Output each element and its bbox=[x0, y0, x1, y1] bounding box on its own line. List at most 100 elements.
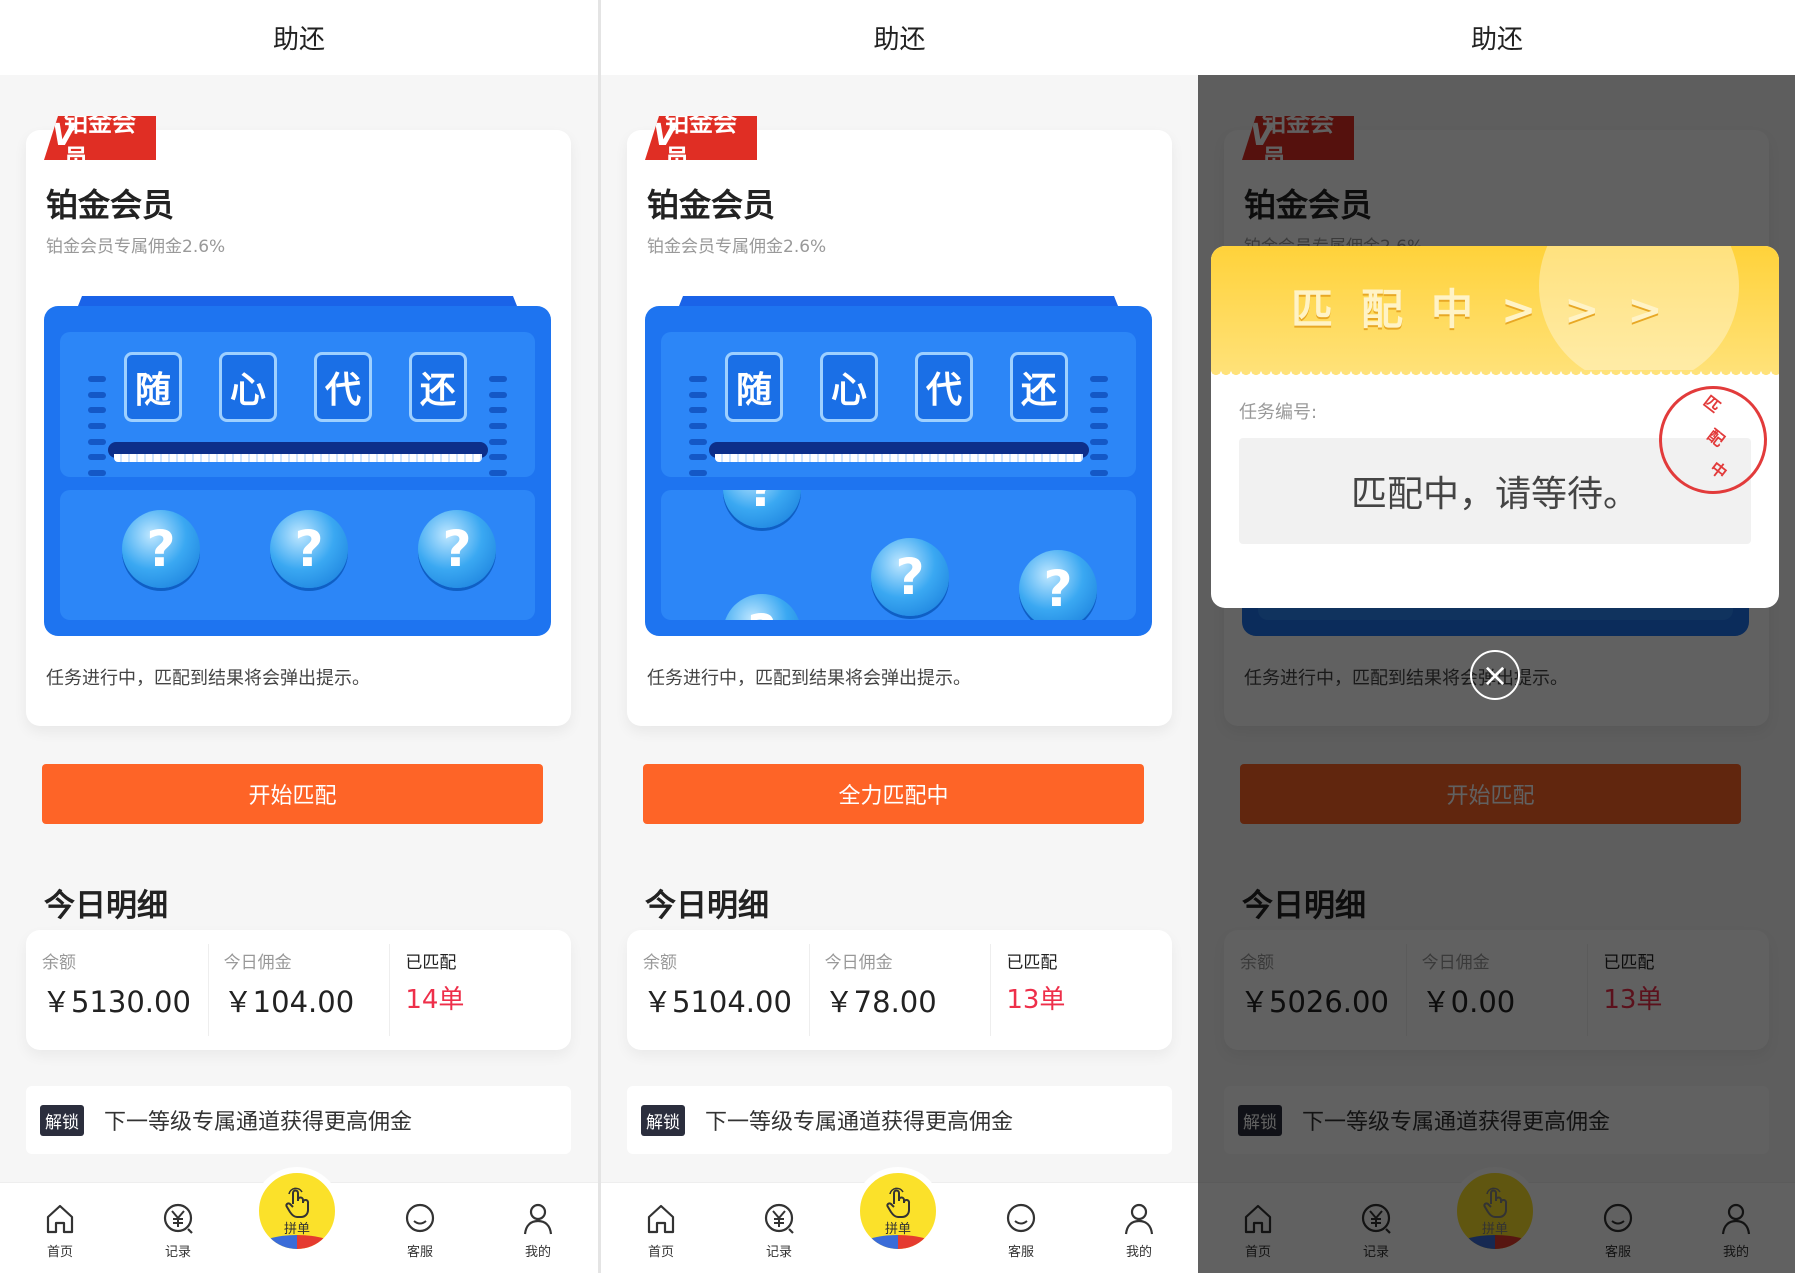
stat-label: 今日佣金 bbox=[223, 953, 292, 973]
page-title: 助还 bbox=[873, 25, 926, 55]
chat-bubble-icon bbox=[1006, 1203, 1036, 1233]
tab-home[interactable]: 首页 bbox=[621, 1199, 701, 1260]
tab-label: 我的 bbox=[524, 1245, 551, 1260]
stat-balance: 余额 ￥5104.00 bbox=[627, 930, 809, 1050]
member-badge: V 铂金会员 bbox=[44, 116, 156, 160]
screen-2: 助还 V 铂金会员 铂金会员 铂金会员专属佣金2.6% 随 心 代 还 ? ? … bbox=[601, 0, 1198, 1273]
chat-bubble-icon bbox=[405, 1203, 435, 1233]
unlock-banner[interactable]: 解锁 下一等级专属通道获得更高佣金 bbox=[627, 1086, 1172, 1154]
slogan-tile: 还 bbox=[1010, 352, 1068, 422]
page-title: 助还 bbox=[272, 25, 325, 55]
slogan-tile: 代 bbox=[915, 352, 973, 422]
modal-header: 匹配中>>> bbox=[1211, 246, 1779, 386]
ticket-tear-edge bbox=[1211, 370, 1779, 380]
tap-hand-icon bbox=[886, 1187, 911, 1218]
today-stats: 余额 ￥5104.00 今日佣金 ￥78.00 已匹配 13单 bbox=[627, 930, 1172, 1050]
stat-label: 余额 bbox=[643, 953, 677, 973]
tab-home[interactable]: 首页 bbox=[20, 1199, 100, 1260]
unlock-tag: 解锁 bbox=[40, 1104, 84, 1136]
yen-record-icon bbox=[764, 1203, 794, 1234]
tab-label: 首页 bbox=[647, 1245, 674, 1260]
slogan-tile: 代 bbox=[314, 352, 372, 422]
question-ball-icon: ? bbox=[723, 594, 801, 620]
tab-service[interactable]: 客服 bbox=[380, 1199, 460, 1260]
page-title: 助还 bbox=[1470, 25, 1523, 55]
home-icon bbox=[46, 1204, 74, 1234]
top-bar: 助还 bbox=[1198, 0, 1795, 75]
yen-record-icon bbox=[163, 1203, 193, 1234]
close-icon[interactable]: × bbox=[1470, 650, 1520, 700]
tab-service[interactable]: 客服 bbox=[981, 1199, 1061, 1260]
stat-value: 13单 bbox=[1006, 985, 1066, 1015]
match-button[interactable]: 全力匹配中 bbox=[643, 764, 1144, 824]
stat-matched: 已匹配 14单 bbox=[389, 930, 571, 1050]
member-title: 铂金会员 bbox=[46, 186, 175, 224]
today-detail-title: 今日明细 bbox=[645, 888, 769, 924]
stat-label: 余额 bbox=[42, 953, 76, 973]
stat-commission: 今日佣金 ￥78.00 bbox=[808, 930, 991, 1050]
tab-record[interactable]: 记录 bbox=[739, 1199, 819, 1260]
tab-label: 记录 bbox=[765, 1245, 792, 1260]
slogan-tiles: 随 心 代 还 bbox=[124, 352, 467, 422]
question-ball-icon: ? bbox=[871, 538, 949, 616]
today-stats: 余额 ￥5130.00 今日佣金 ￥104.00 已匹配 14单 bbox=[26, 930, 571, 1050]
stat-matched: 已匹配 13单 bbox=[990, 930, 1172, 1050]
member-title: 铂金会员 bbox=[647, 186, 776, 224]
bottom-tab-bar: 首页 记录 拼单 客服 我的 bbox=[601, 1167, 1198, 1273]
unlock-text: 下一等级专属通道获得更高佣金 bbox=[104, 1110, 413, 1135]
task-status-note: 任务进行中，匹配到结果将会弹出提示。 bbox=[46, 668, 370, 689]
task-number-label: 任务编号: bbox=[1239, 402, 1318, 423]
match-button[interactable]: 开始匹配 bbox=[42, 764, 543, 824]
stat-label: 已匹配 bbox=[1006, 953, 1058, 973]
tab-mine[interactable]: 我的 bbox=[498, 1199, 578, 1260]
user-icon bbox=[1124, 1203, 1154, 1235]
modal-heading: 匹配中>>> bbox=[1291, 285, 1691, 334]
tab-mine[interactable]: 我的 bbox=[1099, 1199, 1179, 1260]
tab-label: 客服 bbox=[1007, 1245, 1034, 1260]
stat-value: ￥104.00 bbox=[223, 985, 355, 1019]
tap-hand-icon bbox=[1483, 1187, 1508, 1218]
screen-3: 助还 V 铂金会员 铂金会员 铂金会员专属佣金2.6% 随 心 代 还 bbox=[1198, 0, 1795, 1273]
badge-v-icon: V bbox=[52, 118, 76, 153]
top-bar: 助还 bbox=[601, 0, 1198, 75]
stat-label: 已匹配 bbox=[405, 953, 457, 973]
slogan-tile: 心 bbox=[219, 352, 277, 422]
stat-value: ￥5130.00 bbox=[42, 985, 191, 1019]
matching-machine-illustration: 随 心 代 还 ???? bbox=[645, 296, 1152, 636]
stat-balance: 余额 ￥5130.00 bbox=[26, 930, 208, 1050]
tab-label: 首页 bbox=[46, 1245, 73, 1260]
stat-value: 14单 bbox=[405, 985, 465, 1015]
question-balls-area: ???? bbox=[661, 490, 1136, 620]
question-ball-icon: ? bbox=[270, 510, 348, 588]
tab-label: 拼单 bbox=[884, 1221, 911, 1237]
ticket-slot bbox=[709, 442, 1089, 462]
member-card: V 铂金会员 铂金会员 铂金会员专属佣金2.6% 随 心 代 还 ???? bbox=[627, 116, 1172, 726]
slogan-tile: 还 bbox=[409, 352, 467, 422]
question-ball-icon: ? bbox=[1019, 550, 1097, 620]
unlock-banner[interactable]: 解锁 下一等级专属通道获得更高佣金 bbox=[26, 1086, 571, 1154]
member-badge: V 铂金会员 bbox=[645, 116, 757, 160]
question-ball-icon: ? bbox=[122, 510, 200, 588]
today-detail-title: 今日明细 bbox=[44, 888, 168, 924]
badge-label: 铂金会员 bbox=[665, 109, 737, 172]
tab-label: 拼单 bbox=[1481, 1221, 1508, 1237]
user-icon bbox=[523, 1203, 553, 1235]
tab-label: 记录 bbox=[164, 1245, 191, 1260]
slogan-tile: 随 bbox=[725, 352, 783, 422]
stat-commission: 今日佣金 ￥104.00 bbox=[207, 930, 390, 1050]
stat-label: 今日佣金 bbox=[824, 953, 893, 973]
tab-group-order[interactable]: 拼单 bbox=[854, 1167, 942, 1255]
member-subtitle: 铂金会员专属佣金2.6% bbox=[46, 237, 226, 257]
tab-label: 我的 bbox=[1125, 1245, 1152, 1260]
stat-value: ￥5104.00 bbox=[643, 985, 792, 1019]
member-subtitle: 铂金会员专属佣金2.6% bbox=[647, 237, 827, 257]
unlock-tag: 解锁 bbox=[641, 1104, 685, 1136]
slogan-tile: 随 bbox=[124, 352, 182, 422]
badge-label: 铂金会员 bbox=[64, 109, 136, 172]
tab-group-order[interactable]: 拼单 bbox=[253, 1167, 341, 1255]
ticket-slot bbox=[108, 442, 488, 462]
tab-label: 客服 bbox=[406, 1245, 433, 1260]
tab-record[interactable]: 记录 bbox=[138, 1199, 218, 1260]
question-balls-area: ??? bbox=[60, 490, 535, 620]
top-bar: 助还 bbox=[0, 0, 598, 75]
